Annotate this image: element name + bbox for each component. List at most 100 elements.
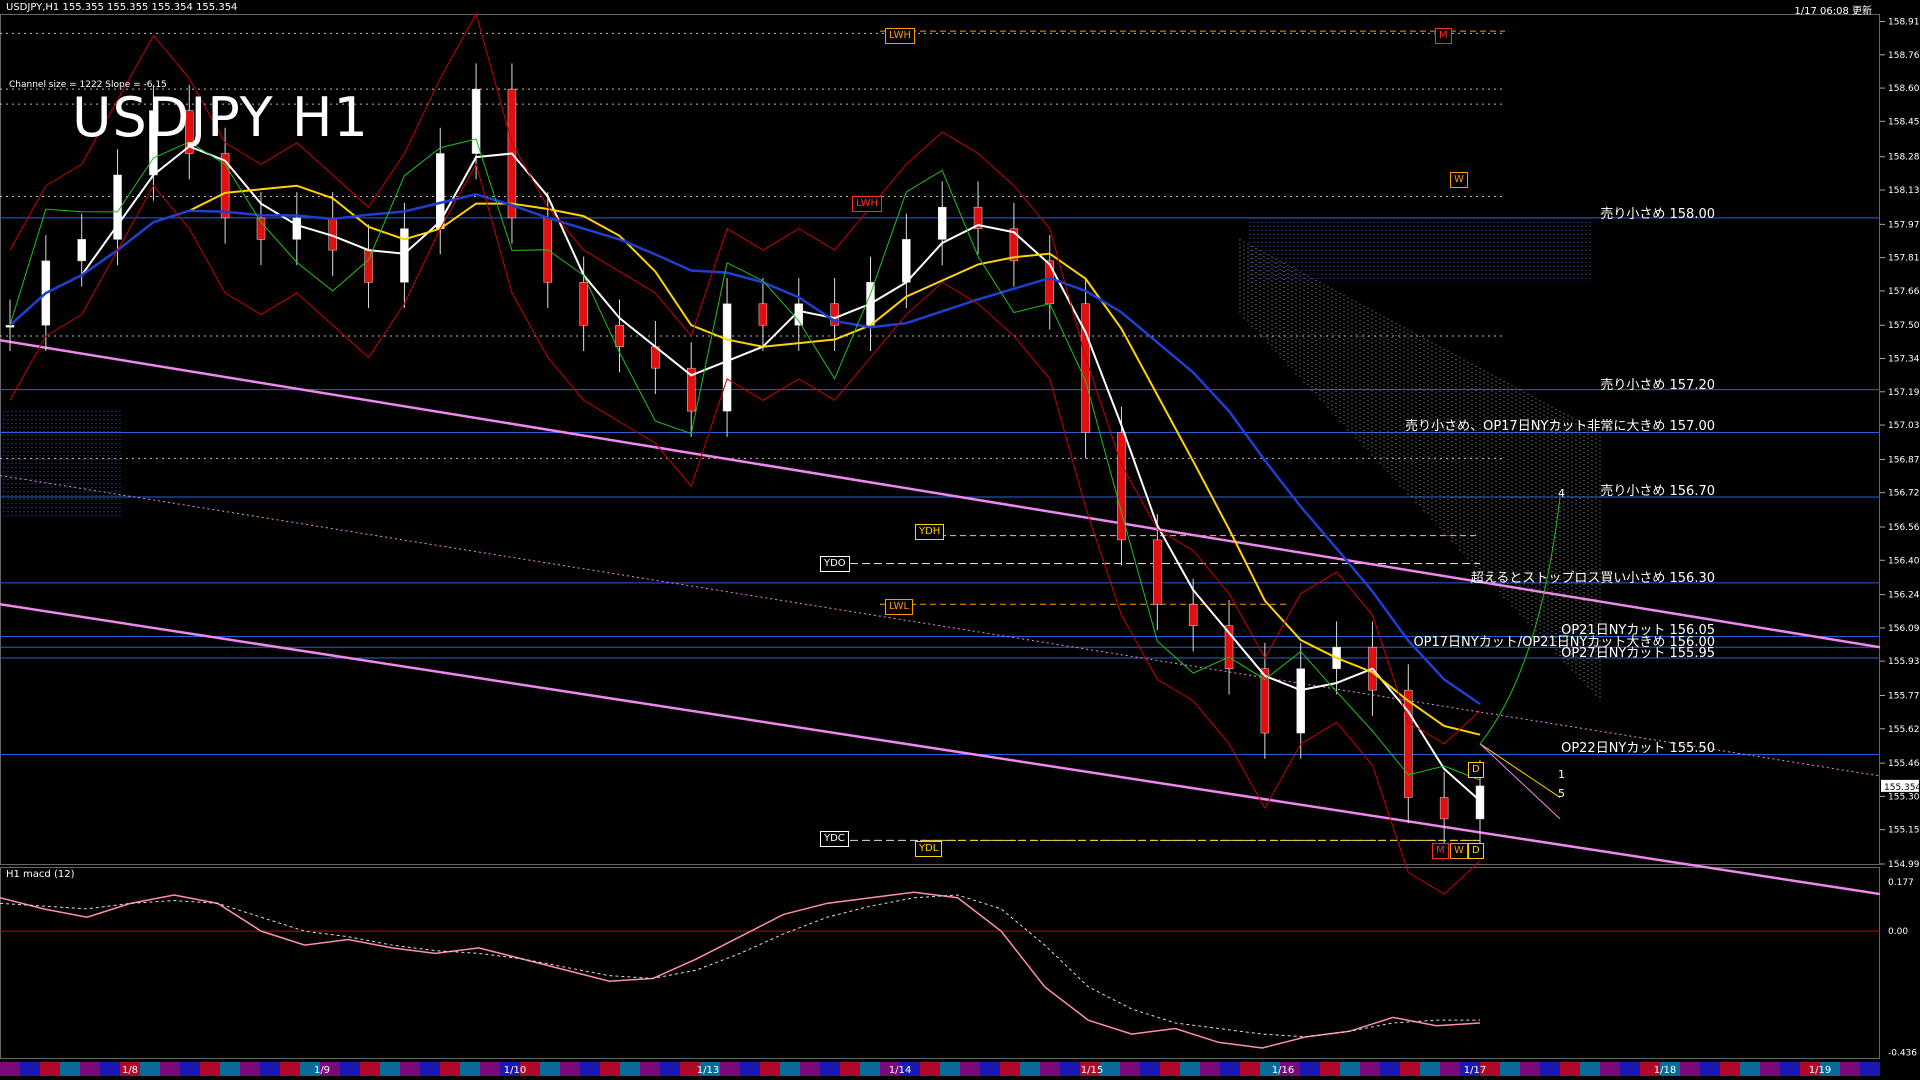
time-bar-segment [140, 1062, 160, 1076]
update-datetime: 1/17 06:08 更新 [1794, 6, 1872, 17]
time-bar-segment [1400, 1062, 1420, 1076]
time-bar-segment [460, 1062, 480, 1076]
marker-label: YDO [820, 556, 850, 572]
time-bar-segment [1420, 1062, 1440, 1076]
marker-label: W [1450, 172, 1468, 188]
candle-body [5, 324, 15, 328]
candle-body [77, 239, 86, 262]
time-bar-segment [1780, 1062, 1800, 1076]
time-bar-segment [640, 1062, 660, 1076]
macd-tick-label: 0.177 [1888, 878, 1914, 888]
marker-label: LWH [852, 196, 883, 212]
time-bar-segment [1320, 1062, 1340, 1076]
ma-yellow-line [9, 184, 1481, 736]
time-bar-segment [1300, 1062, 1320, 1076]
price-tick-label: 155.460 [1888, 759, 1920, 769]
time-bar-segment [1200, 1062, 1220, 1076]
time-bar-segment [540, 1062, 560, 1076]
marker-label: LWL [885, 599, 914, 615]
price-tick-label: 155.935 [1888, 657, 1920, 667]
marker-label: M [1435, 28, 1452, 44]
level-label: 超えるとストップロス買い小さめ 156.30 [1470, 570, 1715, 586]
macd-tick-label: 0.00 [1888, 927, 1908, 937]
ma-white-line [9, 145, 1481, 802]
macd-signal-line [0, 894, 1480, 1038]
time-bar-segment [1500, 1062, 1520, 1076]
lagging-span-line [9, 138, 1481, 781]
time-tick-label: 1/14 [889, 1065, 911, 1076]
time-bar-segment [660, 1062, 680, 1076]
time-bar-segment [1020, 1062, 1040, 1076]
time-bar-segment [1760, 1062, 1780, 1076]
time-bar-segment [1180, 1062, 1200, 1076]
chart-title: USDJPY H1 [72, 86, 369, 149]
time-bar-segment [1440, 1062, 1460, 1076]
time-bar-segment [580, 1062, 600, 1076]
time-bar-segment [1720, 1062, 1740, 1076]
price-tick-label: 157.660 [1888, 287, 1920, 297]
candle-body [471, 88, 481, 154]
time-bar-segment [80, 1062, 100, 1076]
time-bar-segment [100, 1062, 120, 1076]
time-bar-segment [60, 1062, 80, 1076]
candle-body [1296, 668, 1305, 734]
time-bar-segment [1680, 1062, 1700, 1076]
time-bar-segment [800, 1062, 820, 1076]
time-bar-segment [220, 1062, 240, 1076]
candle-body [364, 249, 373, 283]
time-bar-segment [1140, 1062, 1160, 1076]
candle-body [615, 324, 624, 347]
price-tick-label: 156.720 [1888, 489, 1920, 499]
macd-title: H1 macd (12) [6, 869, 75, 880]
time-bar-segment [340, 1062, 360, 1076]
time-bar-segment [280, 1062, 300, 1076]
time-bar-segment [1340, 1062, 1360, 1076]
price-tick-label: 158.915 [1888, 18, 1920, 28]
price-tick-label: 157.190 [1888, 388, 1920, 398]
channel-upper-line [0, 339, 1881, 649]
time-bar-segment [200, 1062, 220, 1076]
price-tick-label: 157.345 [1888, 355, 1920, 365]
time-bar-segment [840, 1062, 860, 1076]
candle-body [1439, 797, 1449, 820]
price-tick-label: 156.560 [1888, 523, 1920, 533]
time-bar-segment [1860, 1062, 1880, 1076]
symbol-info: USDJPY,H1 155.355 155.355 155.354 155.35… [6, 2, 238, 13]
time-tick-label: 1/8 [122, 1065, 138, 1076]
time-bar-segment [820, 1062, 840, 1076]
price-chart: 158.915 158.760 158.605 158.450 158.285 158.1… [0, 12, 1920, 1076]
price-tick-label: 157.035 [1888, 421, 1920, 431]
wave-label: 5 [1558, 787, 1565, 800]
time-bar-segment [1560, 1062, 1580, 1076]
time-bar-segment [600, 1062, 620, 1076]
time-tick-label: 1/9 [314, 1065, 330, 1076]
time-bar-segment [1520, 1062, 1540, 1076]
time-bar-segment [1620, 1062, 1640, 1076]
time-bar-segment [240, 1062, 260, 1076]
level-label: 売り小さめ 157.20 [1600, 377, 1715, 393]
time-bar-segment [440, 1062, 460, 1076]
time-bar-segment [740, 1062, 760, 1076]
time-bar-segment [1240, 1062, 1260, 1076]
time-tick-label: 1/13 [697, 1065, 719, 1076]
projection-line [1479, 743, 1561, 798]
time-bar-segment [1580, 1062, 1600, 1076]
time-bar-segment [620, 1062, 640, 1076]
marker-label: YDH [915, 524, 945, 540]
candle-body [1404, 689, 1413, 798]
wave-label: 4 [1558, 487, 1565, 500]
candle-body [722, 303, 732, 412]
candle-body [1188, 604, 1198, 626]
time-tick-label: 1/19 [1809, 1065, 1831, 1076]
time-bar-segment [960, 1062, 980, 1076]
candle-body [1045, 260, 1055, 305]
candle-body [758, 303, 768, 326]
candle-body [1153, 539, 1162, 605]
marker-label: M [1432, 843, 1449, 859]
candle-body [579, 282, 588, 326]
price-tick-label: 158.760 [1888, 51, 1920, 61]
time-bar-segment [180, 1062, 200, 1076]
time-bar-segment [1740, 1062, 1760, 1076]
candle-body [292, 217, 302, 240]
price-tick-label: 155.775 [1888, 692, 1920, 702]
